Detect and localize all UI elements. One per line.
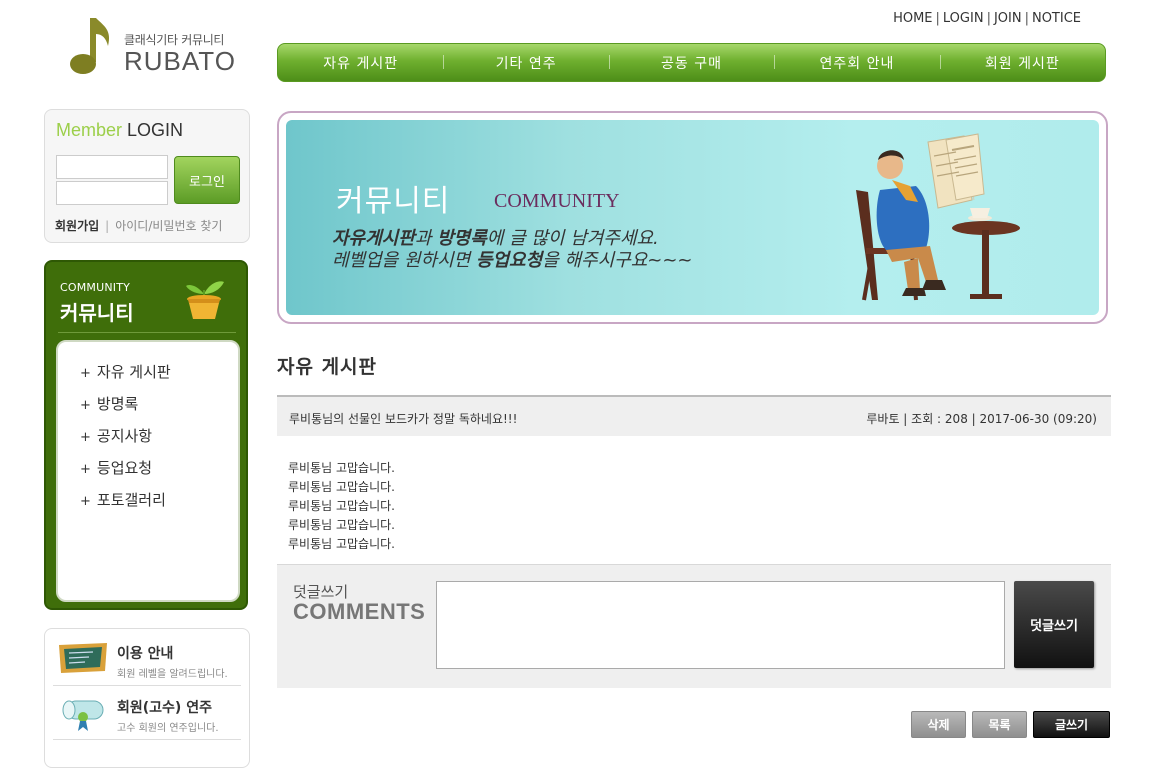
comment-box: 덧글쓰기 COMMENTS 덧글쓰기 <box>277 564 1111 688</box>
login-id-input[interactable] <box>56 155 168 179</box>
info-item-title: 이용 안내 <box>117 646 174 662</box>
top-nav-separator: | <box>935 11 940 26</box>
plus-icon: + <box>80 398 91 413</box>
list-button[interactable]: 목록 <box>972 711 1027 738</box>
info-divider <box>53 685 241 686</box>
post-body-line: 루비통님 고맙습니다. <box>288 499 395 513</box>
site-logo[interactable]: 클래식기타 커뮤니티 RUBATO <box>68 16 238 78</box>
delete-button[interactable]: 삭제 <box>911 711 966 738</box>
logo-brand: RUBATO <box>124 46 236 76</box>
top-nav: HOME | LOGIN | JOIN | NOTICE <box>893 11 1081 26</box>
community-item-label: 방명록 <box>96 395 139 413</box>
plus-icon: + <box>80 494 91 509</box>
top-link-join[interactable]: JOIN <box>994 11 1022 26</box>
banner-title-en: COMMUNITY <box>494 190 620 212</box>
post-body-line: 루비통님 고맙습니다. <box>288 461 395 475</box>
plus-icon: + <box>80 430 91 445</box>
info-item-desc: 회원 레벨을 알려드립니다. <box>117 669 228 680</box>
main-nav-free-board[interactable]: 자유 게시판 <box>278 53 443 73</box>
login-links-separator: | <box>105 219 110 233</box>
community-banner: 커뮤니티 COMMUNITY 자유게시판과 방명록에 글 많이 남겨주세요. 레… <box>277 111 1108 324</box>
banner-text: 을 해주시구요~~~ <box>542 250 693 271</box>
post-header: 루비통님의 선물인 보드카가 정말 독하네요!!! 루바토 | 조회 : 208… <box>277 395 1111 436</box>
banner-title-ko: 커뮤니티 <box>336 184 451 219</box>
community-item-guestbook[interactable]: + 방명록 <box>80 393 138 414</box>
main-nav-guitar-play[interactable]: 기타 연주 <box>443 53 608 73</box>
comment-textarea[interactable] <box>436 581 1005 669</box>
info-divider <box>53 739 241 740</box>
music-note-icon <box>70 18 110 74</box>
main-nav-group-buy[interactable]: 공동 구매 <box>608 53 774 73</box>
community-item-free-board[interactable]: + 자유 게시판 <box>80 361 171 382</box>
write-button[interactable]: 글쓰기 <box>1033 711 1110 738</box>
info-item-title: 회원(고수) 연주 <box>117 700 212 716</box>
plus-icon: + <box>80 462 91 477</box>
diploma-icon <box>62 700 104 731</box>
reading-man-illustration <box>856 133 1020 301</box>
post-subject: 루비통님의 선물인 보드카가 정말 독하네요!!! <box>289 412 518 426</box>
top-nav-separator: | <box>1024 11 1029 26</box>
top-link-notice[interactable]: NOTICE <box>1032 11 1081 26</box>
login-title-member: Member <box>56 120 123 140</box>
info-box: 이용 안내 회원 레벨을 알려드립니다. 회원(고수) 연주 고수 회원의 연주… <box>44 628 250 768</box>
comment-label-en: COMMENTS <box>293 599 426 624</box>
post-meta: 루바토 | 조회 : 208 | 2017-06-30 (09:20) <box>866 412 1097 426</box>
login-password-input[interactable] <box>56 181 168 205</box>
banner-emph: 등업요청 <box>475 250 543 271</box>
login-box: Member LOGIN 로그인 회원가입 | 아이디/비밀번호 찾기 <box>44 109 250 243</box>
community-item-photo-gallery[interactable]: + 포토갤러리 <box>80 489 166 510</box>
community-item-label: 등업요청 <box>96 459 153 477</box>
top-link-login[interactable]: LOGIN <box>943 11 984 26</box>
post-body: 루비통님 고맙습니다. 루비통님 고맙습니다. 루비통님 고맙습니다. 루비통님… <box>288 459 395 554</box>
community-divider <box>58 332 236 333</box>
login-title: Member LOGIN <box>56 120 183 141</box>
banner-inner: 커뮤니티 COMMUNITY 자유게시판과 방명록에 글 많이 남겨주세요. 레… <box>286 120 1099 315</box>
plant-pot-icon <box>186 281 224 319</box>
post-body-line: 루비통님 고맙습니다. <box>288 518 395 532</box>
community-item-label: 공지사항 <box>96 427 153 445</box>
post-body-line: 루비통님 고맙습니다. <box>288 537 395 551</box>
login-links: 회원가입 | 아이디/비밀번호 찾기 <box>55 217 222 234</box>
community-item-notice[interactable]: + 공지사항 <box>80 425 152 446</box>
info-item-member-play[interactable]: 회원(고수) 연주 고수 회원의 연주입니다. <box>53 687 241 737</box>
board-title: 자유 게시판 <box>277 356 378 378</box>
plus-icon: + <box>80 366 91 381</box>
comment-submit-button[interactable]: 덧글쓰기 <box>1014 581 1094 668</box>
post-body-line: 루비통님 고맙습니다. <box>288 480 395 494</box>
main-nav-member-board[interactable]: 회원 게시판 <box>939 53 1105 73</box>
main-nav: 자유 게시판 기타 연주 공동 구매 연주회 안내 회원 게시판 <box>277 43 1106 82</box>
info-item-usage-guide[interactable]: 이용 안내 회원 레벨을 알려드립니다. <box>53 633 241 683</box>
top-nav-separator: | <box>986 11 991 26</box>
find-account-link[interactable]: 아이디/비밀번호 찾기 <box>115 219 222 233</box>
community-menu: COMMUNITY 커뮤니티 + 자유 게시판 + 방명록 + 공지사항 + 등업요청 … <box>44 260 248 610</box>
banner-text: 레벨업을 원하시면 <box>332 250 476 271</box>
community-item-level-request[interactable]: + 등업요청 <box>80 457 152 478</box>
banner-line-2: 레벨업을 원하시면 등업요청을 해주시구요~~~ <box>332 246 693 272</box>
community-title-ko: 커뮤니티 <box>60 301 134 325</box>
info-item-desc: 고수 회원의 연주입니다. <box>117 723 219 734</box>
join-link[interactable]: 회원가입 <box>55 219 99 233</box>
community-item-label: 자유 게시판 <box>96 363 171 381</box>
community-item-label: 포토갤러리 <box>96 491 166 509</box>
community-list: + 자유 게시판 + 방명록 + 공지사항 + 등업요청 + 포토갤러리 <box>56 340 240 602</box>
community-title-en: COMMUNITY <box>60 281 131 294</box>
chalkboard-icon <box>59 643 107 673</box>
top-link-home[interactable]: HOME <box>893 11 932 26</box>
login-button[interactable]: 로그인 <box>174 156 240 204</box>
login-title-login: LOGIN <box>127 120 184 140</box>
main-nav-concert-info[interactable]: 연주회 안내 <box>774 53 939 73</box>
